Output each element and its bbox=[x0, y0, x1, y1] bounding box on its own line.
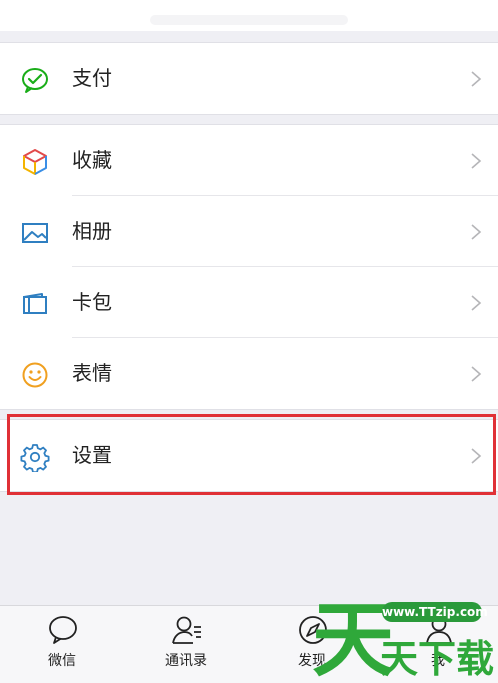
chevron-right-icon bbox=[471, 224, 482, 240]
menu-item-label: 表情 bbox=[72, 361, 112, 385]
tab-chats[interactable]: 微信 bbox=[22, 606, 102, 683]
menu-group-main: 收藏 相册 卡包 表情 bbox=[0, 124, 498, 410]
chat-bubble-icon bbox=[49, 616, 77, 644]
profile-card-bottom bbox=[0, 0, 498, 31]
tab-contacts[interactable]: 通讯录 bbox=[146, 606, 226, 683]
watermark-url: www.TTzip.com bbox=[382, 602, 488, 622]
menu-item-emoji[interactable]: 表情 bbox=[0, 338, 498, 409]
svg-text:天下载: 天下载 bbox=[380, 637, 494, 681]
favorites-cube-icon bbox=[23, 149, 47, 175]
menu-group-pay: 支付 bbox=[0, 42, 498, 115]
menu-item-label: 支付 bbox=[72, 66, 112, 90]
tab-label: 通讯录 bbox=[165, 653, 207, 669]
menu-item-pay[interactable]: 支付 bbox=[0, 43, 498, 114]
tab-label: 微信 bbox=[48, 653, 76, 669]
settings-highlight-box bbox=[7, 414, 496, 495]
menu-item-album[interactable]: 相册 bbox=[0, 196, 498, 267]
menu-item-favorites[interactable]: 收藏 bbox=[0, 125, 498, 196]
chevron-right-icon bbox=[471, 153, 482, 169]
chevron-right-icon bbox=[471, 366, 482, 382]
album-icon bbox=[22, 223, 48, 243]
menu-item-card-wallet[interactable]: 卡包 bbox=[0, 267, 498, 338]
contacts-icon bbox=[172, 616, 201, 644]
menu-item-label: 收藏 bbox=[72, 148, 112, 172]
emoji-icon bbox=[22, 362, 48, 388]
card-wallet-icon bbox=[23, 293, 47, 314]
menu-item-label: 相册 bbox=[72, 219, 112, 243]
menu-item-label: 卡包 bbox=[72, 290, 112, 314]
wechat-pay-icon bbox=[22, 68, 48, 93]
chevron-right-icon bbox=[471, 71, 482, 87]
chevron-right-icon bbox=[471, 295, 482, 311]
